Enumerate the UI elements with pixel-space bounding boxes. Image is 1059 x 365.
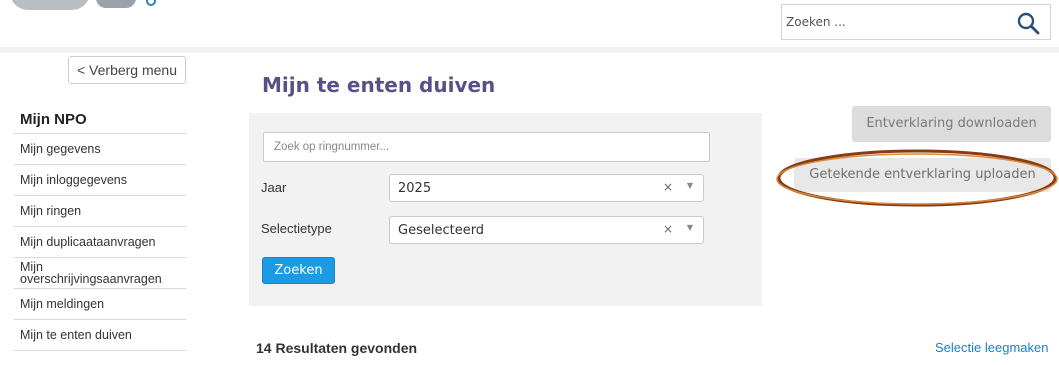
chevron-down-icon: ▼ bbox=[686, 223, 693, 232]
year-select[interactable]: 2025 × ▼ bbox=[389, 174, 704, 202]
sidebar-item-inloggegevens[interactable]: Mijn inloggegevens bbox=[14, 165, 186, 196]
results-count: 14 Resultaten gevonden bbox=[256, 340, 418, 356]
selection-type-label: Selectietype bbox=[261, 221, 332, 236]
upload-signed-declaration-button[interactable]: Getekende entverklaring uploaden bbox=[794, 158, 1051, 192]
top-bar bbox=[0, 0, 1059, 48]
year-label: Jaar bbox=[261, 180, 287, 195]
clear-icon[interactable]: × bbox=[663, 180, 673, 194]
download-vaccination-declaration-button[interactable]: Entverklaring downloaden bbox=[852, 106, 1051, 142]
search-button[interactable]: Zoeken bbox=[262, 257, 335, 284]
page-title: Mijn te enten duiven bbox=[262, 73, 496, 97]
logo bbox=[0, 0, 160, 14]
sidebar-menu: Mijn gegevens Mijn inloggegevens Mijn ri… bbox=[14, 134, 186, 351]
chevron-down-icon: ▼ bbox=[686, 181, 693, 190]
selection-type-select-value: Geselecteerd bbox=[398, 223, 485, 238]
sidebar: < Verberg menu Mijn NPO Mijn gegevens Mi… bbox=[0, 53, 192, 365]
selection-type-select[interactable]: Geselecteerd × ▼ bbox=[389, 216, 704, 244]
clear-icon[interactable]: × bbox=[663, 222, 673, 236]
sidebar-item-overschrijvingsaanvragen[interactable]: Mijn overschrijvingsaanvragen bbox=[14, 258, 186, 289]
filter-panel: Jaar 2025 × ▼ Selectietype Geselecteerd … bbox=[249, 113, 762, 306]
search-input[interactable] bbox=[782, 5, 1007, 39]
search-icon[interactable] bbox=[1016, 11, 1040, 35]
sidebar-item-meldingen[interactable]: Mijn meldingen bbox=[14, 289, 186, 320]
sidebar-item-gegevens[interactable]: Mijn gegevens bbox=[14, 134, 186, 165]
ring-number-search-input[interactable] bbox=[263, 132, 710, 162]
hide-menu-button[interactable]: < Verberg menu bbox=[68, 56, 186, 84]
sidebar-item-ringen[interactable]: Mijn ringen bbox=[14, 196, 186, 227]
sidebar-item-te-enten-duiven[interactable]: Mijn te enten duiven bbox=[14, 320, 186, 351]
site-search bbox=[781, 4, 1051, 40]
sidebar-item-duplicaataanvragen[interactable]: Mijn duplicaataanvragen bbox=[14, 227, 186, 258]
clear-selection-link[interactable]: Selectie leegmaken bbox=[935, 340, 1048, 355]
year-select-value: 2025 bbox=[398, 181, 432, 196]
sidebar-title: Mijn NPO bbox=[20, 111, 87, 128]
